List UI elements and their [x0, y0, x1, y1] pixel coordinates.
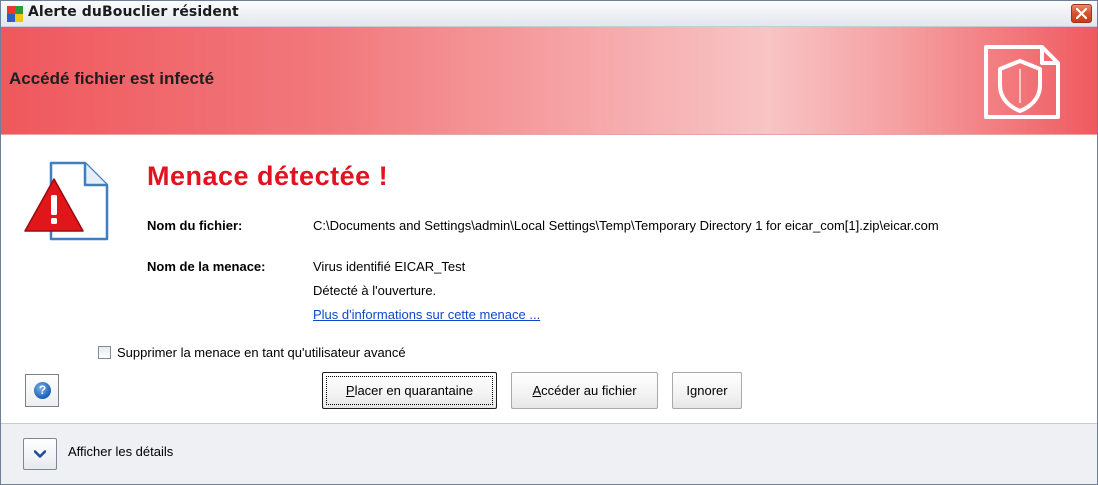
alert-banner: Accédé fichier est infecté [1, 27, 1097, 134]
help-button[interactable]: ? [25, 374, 59, 407]
warning-document-icon [24, 161, 109, 241]
open-file-button[interactable]: Accéder au fichier [511, 372, 658, 409]
focus-rect [326, 376, 493, 405]
open-file-label: Accéder au fichier [532, 383, 637, 398]
details-footer: Afficher les détails [1, 423, 1097, 484]
banner-divider [1, 134, 1097, 135]
shield-document-icon [984, 45, 1060, 119]
more-info-link[interactable]: Plus d'informations sur cette menace ... [313, 307, 540, 322]
ignore-label: Ignorer [686, 383, 728, 398]
alert-dialog: Alerte duBouclier résident Accédé fichie… [0, 0, 1098, 485]
chevron-down-icon [34, 450, 46, 458]
threat-title: Menace détectée ! [147, 161, 389, 191]
help-icon: ? [34, 382, 51, 399]
title-bar[interactable]: Alerte duBouclier résident [1, 1, 1097, 27]
avg-app-icon [7, 6, 23, 22]
window-title: Alerte duBouclier résident [28, 4, 239, 20]
close-icon [1076, 8, 1087, 19]
detected-text: Détecté à l'ouverture. [313, 283, 437, 298]
threat-name-value: Virus identifié EICAR_Test [313, 259, 466, 274]
delete-threat-checkbox-label[interactable]: Supprimer la menace en tant qu'utilisate… [117, 345, 406, 360]
file-name-value: C:\Documents and Settings\admin\Local Se… [313, 218, 939, 233]
quarantine-button[interactable]: Placer en quarantaine [322, 372, 497, 409]
ignore-button[interactable]: Ignorer [672, 372, 742, 409]
delete-threat-checkbox[interactable] [98, 346, 111, 359]
show-details-label[interactable]: Afficher les détails [68, 444, 173, 459]
threat-name-label: Nom de la menace: [147, 259, 266, 274]
close-button[interactable] [1071, 4, 1092, 23]
banner-heading: Accédé fichier est infecté [9, 69, 215, 88]
show-details-toggle[interactable] [23, 438, 57, 470]
file-name-label: Nom du fichier: [147, 218, 243, 233]
